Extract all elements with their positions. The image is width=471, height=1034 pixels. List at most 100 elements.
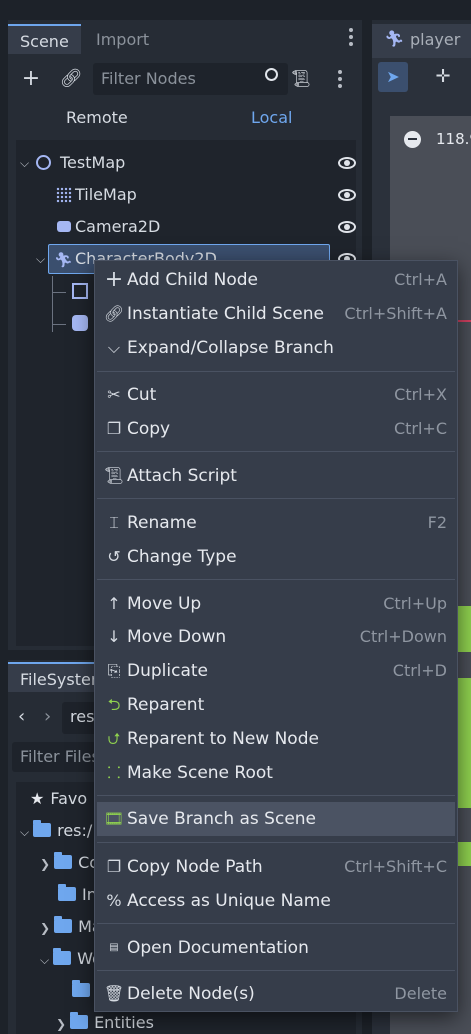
context-menu: + Add Child Node Ctrl+A 🔗︎ Instantiate C… xyxy=(94,260,458,1012)
dock-menu-icon[interactable] xyxy=(349,28,353,49)
menu-item-cut[interactable]: ✂︎ Cut Ctrl+X xyxy=(97,378,455,412)
back-arrow-icon[interactable]: ‹ xyxy=(18,706,25,727)
tab-filesystem[interactable]: FileSyster xyxy=(8,662,108,692)
character-body-icon: 🏃︎ xyxy=(384,29,405,48)
folder-row[interactable]: ❯ Co xyxy=(40,848,99,878)
menu-item-make-scene-root[interactable]: ⸬ Make Scene Root xyxy=(97,756,455,790)
favorites-row[interactable]: ★ Favo xyxy=(30,784,87,814)
chevron-right-icon[interactable]: ❯ xyxy=(40,921,50,935)
tree-node-tilemap[interactable]: TileMap xyxy=(16,180,356,210)
tree-line xyxy=(52,324,66,325)
menu-separator xyxy=(97,451,455,452)
menu-item-reparent[interactable]: ⮌ Reparent xyxy=(97,688,455,722)
filter-nodes-placeholder: Filter Nodes xyxy=(101,69,196,88)
chevron-down-icon: ⌵ xyxy=(107,338,121,357)
menu-item-label: Attach Script xyxy=(127,466,237,486)
menu-item-label: Move Down xyxy=(127,627,227,647)
tab-player[interactable]: 🏃︎ player xyxy=(372,24,471,58)
menu-separator xyxy=(97,970,455,971)
tile-block xyxy=(458,842,471,866)
menu-item-move-up[interactable]: ↑ Move Up Ctrl+Up xyxy=(97,587,455,621)
menu-item-attach-script[interactable]: 📜︎ Attach Script xyxy=(97,459,455,493)
menu-item-copy[interactable]: ❐ Copy Ctrl+C xyxy=(97,412,455,446)
forward-arrow-icon[interactable]: › xyxy=(44,706,51,727)
tree-node-camera2d[interactable]: Camera2D xyxy=(16,212,356,242)
reparent-new-icon: ⮍ xyxy=(107,729,121,748)
menu-item-save-branch-as-scene[interactable]: 🎞︎ Save Branch as Scene xyxy=(97,802,455,836)
menu-item-move-down[interactable]: ↓ Move Down Ctrl+Down xyxy=(97,620,455,654)
menu-item-change-type[interactable]: ↺ Change Type xyxy=(97,540,455,574)
duplicate-icon: ⎘ xyxy=(107,661,121,680)
chevron-down-icon[interactable]: ⌵ xyxy=(20,825,29,839)
menu-item-reparent-to-new-node[interactable]: ⮍ Reparent to New Node xyxy=(97,722,455,756)
scissors-icon: ✂︎ xyxy=(107,385,121,404)
menu-item-expand-collapse-branch[interactable]: ⌵ Expand/Collapse Branch xyxy=(97,331,455,365)
menu-item-copy-node-path[interactable]: ❐ Copy Node Path Ctrl+Shift+C xyxy=(97,850,455,884)
remote-button[interactable]: Remote xyxy=(66,108,128,127)
folder-row[interactable]: ⌵ Wo xyxy=(40,944,102,974)
menu-item-open-documentation[interactable]: ▤ Open Documentation xyxy=(97,931,455,965)
remote-local-switch: Remote Local xyxy=(8,104,362,134)
sprite-icon xyxy=(72,315,88,331)
menu-item-add-child-node[interactable]: + Add Child Node Ctrl+A xyxy=(97,263,455,297)
axis-line xyxy=(458,320,471,322)
search-icon xyxy=(265,68,278,81)
visibility-eye-icon[interactable] xyxy=(338,157,356,169)
folder-icon xyxy=(72,980,90,997)
copy-icon: ❐ xyxy=(106,419,122,438)
visibility-eye-icon[interactable] xyxy=(338,221,356,233)
tab-import[interactable]: Import xyxy=(84,24,161,54)
scene-toolbar-menu-icon[interactable] xyxy=(338,70,342,91)
menu-item-shortcut: Delete xyxy=(394,984,447,1003)
folder-row[interactable]: ❯ Ma xyxy=(40,912,102,942)
tile-block xyxy=(458,678,471,808)
local-button[interactable]: Local xyxy=(251,108,292,127)
trash-icon: 🗑︎ xyxy=(103,984,125,1003)
menu-item-label: Save Branch as Scene xyxy=(127,809,317,829)
instantiate-scene-button[interactable]: 🔗︎ xyxy=(56,64,86,94)
select-tool-button[interactable]: ➤ xyxy=(378,62,408,92)
menu-item-access-as-unique-name[interactable]: % Access as Unique Name xyxy=(97,884,455,918)
scene-tab-label: player xyxy=(410,30,461,49)
file-tree-label: Favo xyxy=(50,789,88,808)
menu-item-label: Copy xyxy=(127,419,171,439)
folder-icon xyxy=(58,884,76,901)
add-node-button[interactable]: + xyxy=(16,64,46,94)
folder-icon xyxy=(33,820,52,837)
menu-item-label: Make Scene Root xyxy=(127,763,273,783)
plus-icon: + xyxy=(104,267,124,292)
menu-item-label: Reparent to New Node xyxy=(127,729,319,749)
menu-item-duplicate[interactable]: ⎘ Duplicate Ctrl+D xyxy=(97,654,455,688)
menu-item-label: Change Type xyxy=(127,547,237,567)
tree-node-label: Camera2D xyxy=(75,217,161,236)
camera-icon xyxy=(57,221,71,232)
menu-separator xyxy=(97,842,455,843)
chevron-down-icon[interactable]: ⌵ xyxy=(40,953,49,967)
res-root-row[interactable]: ⌵ res:/ xyxy=(20,816,92,846)
doc-icon: ▤ xyxy=(109,942,119,953)
scene-toolbar: + 🔗︎ Filter Nodes 📜︎ xyxy=(8,60,362,100)
tab-scene[interactable]: Scene xyxy=(8,24,81,54)
menu-separator xyxy=(97,923,455,924)
chevron-right-icon[interactable]: ❯ xyxy=(56,1017,66,1031)
rotate-icon: ↺ xyxy=(107,547,121,566)
zoom-out-minus xyxy=(408,138,417,140)
menu-item-label: Expand/Collapse Branch xyxy=(127,338,334,358)
script-add-icon: 📜︎ xyxy=(103,466,125,485)
chevron-down-icon[interactable]: ⌵ xyxy=(36,252,45,267)
chevron-right-icon[interactable]: ❯ xyxy=(40,857,50,871)
node-path-icon: ❐ xyxy=(106,857,122,876)
chevron-down-icon[interactable]: ⌵ xyxy=(20,148,29,178)
folder-icon xyxy=(54,852,73,869)
visibility-eye-icon[interactable] xyxy=(338,189,356,201)
menu-item-rename[interactable]: ⌶ Rename F2 xyxy=(97,506,455,540)
menu-item-instantiate-child-scene[interactable]: 🔗︎ Instantiate Child Scene Ctrl+Shift+A xyxy=(97,297,455,331)
attach-script-button[interactable]: 📜︎ xyxy=(286,64,316,94)
move-tool-button[interactable]: ✛ xyxy=(428,62,458,92)
scene-dock-tabbar: Scene Import xyxy=(8,20,362,54)
menu-item-delete-nodes[interactable]: 🗑︎ Delete Node(s) Delete xyxy=(97,977,455,1011)
zoom-control[interactable]: 118.9 xyxy=(402,126,471,152)
filter-nodes-input[interactable]: Filter Nodes xyxy=(93,63,288,95)
tree-node-testmap[interactable]: ⌵ TestMap xyxy=(16,148,356,178)
folder-icon xyxy=(54,916,73,933)
